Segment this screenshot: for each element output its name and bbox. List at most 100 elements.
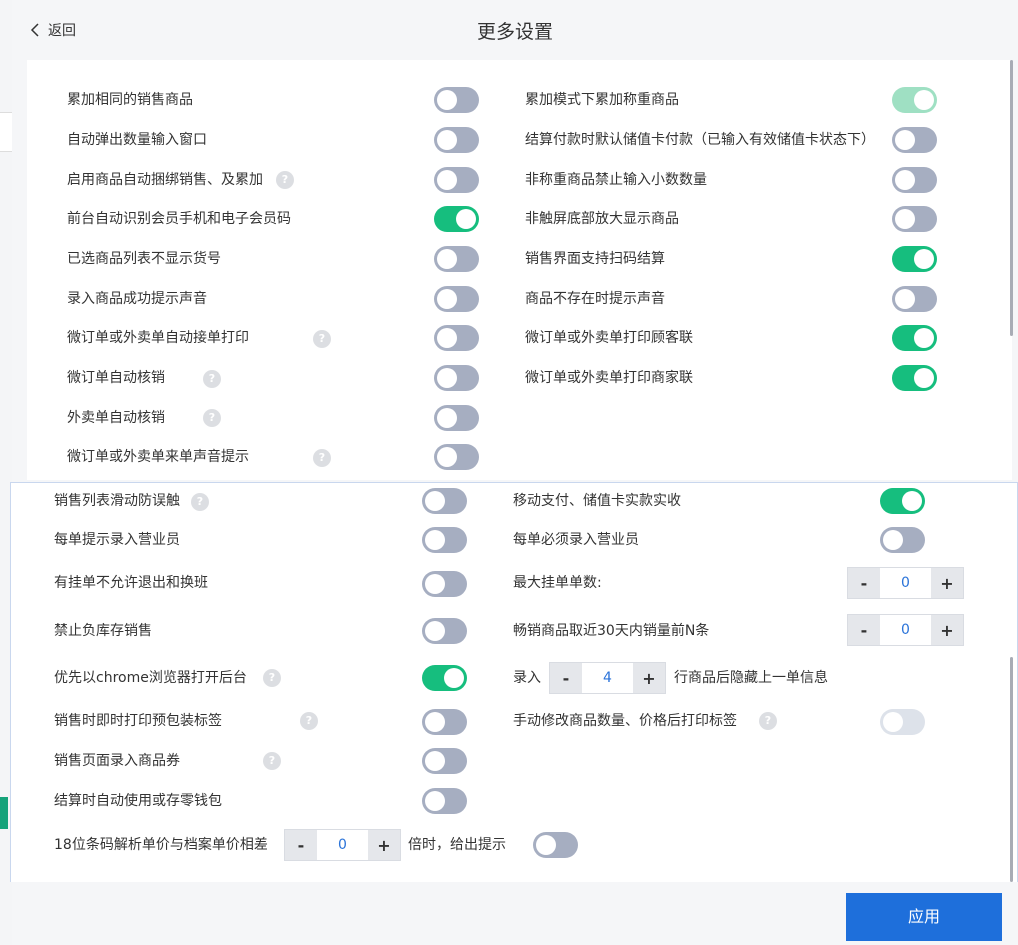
setting-label: 录入 [513,670,541,686]
toggle-default-stored-card[interactable] [892,127,937,153]
setting-label: 销售页面录入商品券 [54,753,180,769]
help-icon[interactable]: ? [203,409,221,427]
apply-button[interactable]: 应用 [846,893,1002,941]
setting-label: 移动支付、储值卡实款实收 [513,493,681,509]
max-hold-stepper: - 0 + [847,567,964,599]
settings-panel-top: 累加相同的销售商品 自动弹出数量输入窗口 启用商品自动捆绑销售、及累加 ? 前台… [27,60,1012,480]
toggle-print-merchant[interactable] [892,365,937,391]
setting-label: 每单提示录入营业员 [54,532,180,548]
toggle-hide-sku[interactable] [434,246,479,272]
background-accent-strip [0,797,8,829]
setting-label: 销售时即时打印预包装标签 [54,713,222,729]
help-icon[interactable]: ? [313,449,331,467]
toggle-success-sound[interactable] [434,286,479,312]
toggle-bottom-zoom[interactable] [892,206,937,232]
setting-label: 18位条码解析单价与档案单价相差 [54,837,268,853]
setting-label: 微订单或外卖单打印商家联 [525,370,693,386]
setting-label: 结算付款时默认储值卡付款（已输入有效储值卡状态下） [525,132,875,148]
setting-label: 外卖单自动核销 [67,410,165,426]
increment-button[interactable]: + [931,568,963,598]
toggle-hold-no-exit[interactable] [422,571,467,597]
scrollbar-top[interactable] [1010,60,1013,336]
toggle-takeout-verify[interactable] [434,405,479,431]
toggle-missing-sound[interactable] [892,286,937,312]
setting-label: 微订单或外卖单来单声音提示 [67,449,249,465]
toggle-micro-verify[interactable] [434,365,479,391]
more-settings-dialog: 返回 更多设置 累加相同的销售商品 自动弹出数量输入窗口 启用商品自动捆绑销售、… [10,0,1018,945]
scrollbar-bottom[interactable] [1010,657,1013,882]
setting-label: 每单必须录入营业员 [513,532,639,548]
increment-button[interactable]: + [368,830,400,860]
setting-label: 优先以chrome浏览器打开后台 [54,670,247,686]
setting-label: 倍时，给出提示 [408,837,506,853]
decrement-button[interactable]: - [848,568,880,598]
stepper-value[interactable]: 0 [880,568,931,598]
dialog-footer: 应用 [12,882,1018,945]
toggle-barcode-warn[interactable] [533,832,578,858]
toggle-accumulate-weighed[interactable] [892,87,937,113]
decrement-button[interactable]: - [550,663,582,693]
toggle-must-clerk[interactable] [880,527,925,553]
setting-label: 自动弹出数量输入窗口 [67,132,207,148]
toggle-auto-member[interactable] [434,206,479,232]
stepper-value[interactable]: 4 [582,663,633,693]
toggle-wallet[interactable] [422,788,467,814]
toggle-auto-accept-print[interactable] [434,325,479,351]
setting-label: 销售界面支持扫码结算 [525,251,665,267]
help-icon[interactable]: ? [276,171,294,189]
help-icon[interactable]: ? [313,330,331,348]
setting-label: 畅销商品取近30天内销量前N条 [513,623,710,639]
setting-label: 已选商品列表不显示货号 [67,251,221,267]
toggle-scan-settle[interactable] [892,246,937,272]
setting-label: 销售列表滑动防误触 [54,493,180,509]
help-icon[interactable]: ? [191,493,209,511]
toggle-print-customer[interactable] [892,325,937,351]
setting-label: 微订单或外卖单自动接单打印 [67,330,249,346]
toggle-prompt-clerk[interactable] [422,527,467,553]
setting-label: 有挂单不允许退出和换班 [54,575,208,591]
help-icon[interactable]: ? [263,669,281,687]
setting-label: 结算时自动使用或存零钱包 [54,793,222,809]
increment-button[interactable]: + [931,615,963,645]
setting-label: 禁止负库存销售 [54,623,152,639]
toggle-coupon[interactable] [422,748,467,774]
background-card-edge [0,112,12,152]
hide-prev-stepper: - 4 + [549,662,666,694]
setting-label: 非触屏底部放大显示商品 [525,211,679,227]
toggle-prepack-label[interactable] [422,709,467,735]
decrement-button[interactable]: - [848,615,880,645]
help-icon[interactable]: ? [263,752,281,770]
setting-label: 累加相同的销售商品 [67,92,193,108]
toggle-chrome-backend[interactable] [422,665,467,691]
decrement-button[interactable]: - [285,830,317,860]
stepper-value[interactable]: 0 [880,615,931,645]
page-title: 更多设置 [476,21,553,43]
setting-label: 商品不存在时提示声音 [525,291,665,307]
setting-label: 录入商品成功提示声音 [67,291,207,307]
setting-label: 微订单或外卖单打印顾客联 [525,330,693,346]
toggle-auto-qty-popup[interactable] [434,127,479,153]
toggle-print-label-after-edit[interactable] [880,709,925,735]
help-icon[interactable]: ? [300,712,318,730]
setting-label: 累加模式下累加称重商品 [525,92,679,108]
setting-label: 微订单自动核销 [67,370,165,386]
toggle-accumulate-same[interactable] [434,87,479,113]
increment-button[interactable]: + [633,663,665,693]
help-icon[interactable]: ? [203,370,221,388]
setting-label: 前台自动识别会员手机和电子会员码 [67,211,291,227]
help-icon[interactable]: ? [759,712,777,730]
toggle-no-negative-stock[interactable] [422,618,467,644]
barcode-multiple-stepper: - 0 + [284,829,401,861]
toggle-no-decimal[interactable] [892,167,937,193]
stepper-value[interactable]: 0 [317,830,368,860]
setting-label: 手动修改商品数量、价格后打印标签 [513,713,737,729]
toggle-order-sound[interactable] [434,444,479,470]
toggle-mobile-pay[interactable] [880,488,925,514]
setting-label: 行商品后隐藏上一单信息 [674,670,828,686]
toggle-auto-bundle[interactable] [434,167,479,193]
setting-label: 最大挂单单数: [513,575,602,591]
setting-label: 非称重商品禁止输入小数数量 [525,172,707,188]
settings-panel-bottom: 销售列表滑动防误触 ? 每单提示录入营业员 有挂单不允许退出和换班 禁止负库存销… [10,482,1018,882]
setting-label: 启用商品自动捆绑销售、及累加 [67,172,263,188]
toggle-anti-mistouch[interactable] [422,488,467,514]
